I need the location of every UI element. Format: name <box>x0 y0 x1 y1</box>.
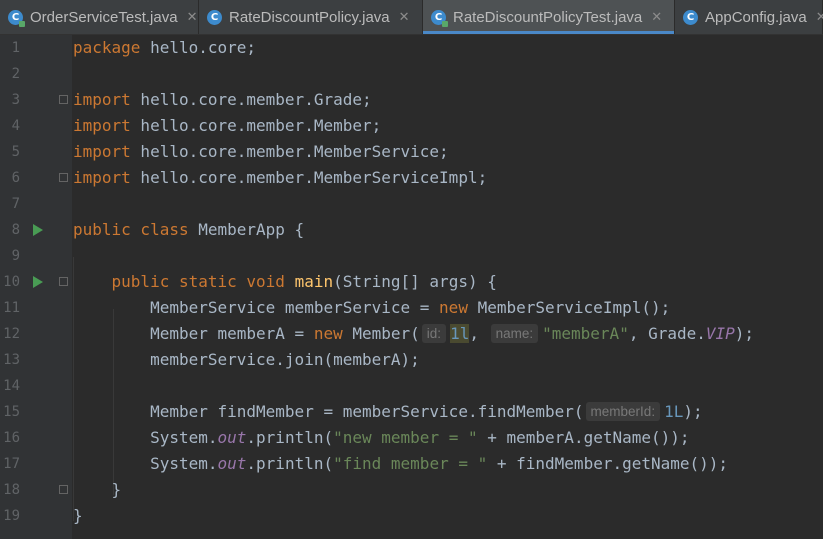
line-number: 2 <box>11 66 20 82</box>
line-number: 12 <box>3 326 20 342</box>
code-text[interactable]: MemberService memberService = new Member… <box>73 295 670 321</box>
code-text[interactable]: memberService.join(memberA); <box>73 347 420 373</box>
line-number: 9 <box>11 248 20 264</box>
code-line[interactable]: 15 Member findMember = memberService.fin… <box>0 399 823 425</box>
line-number: 5 <box>11 144 20 160</box>
line-number: 6 <box>11 170 20 186</box>
line-number: 8 <box>11 222 20 238</box>
fold-marker-icon[interactable] <box>59 277 68 286</box>
java-class-icon: C <box>207 9 222 25</box>
code-line[interactable]: 18 } <box>0 477 823 503</box>
code-editor[interactable]: 1 package hello.core; 2 3 import hello.core.… <box>0 35 823 539</box>
code-line[interactable]: 17 System.out.println("find member = " +… <box>0 451 823 477</box>
line-number: 4 <box>11 118 20 134</box>
code-line[interactable]: 2 <box>0 61 823 87</box>
code-line[interactable]: 5 import hello.core.member.MemberService; <box>0 139 823 165</box>
code-line[interactable]: 9 <box>0 243 823 269</box>
line-number: 16 <box>3 430 20 446</box>
code-text[interactable]: System.out.println("find member = " + fi… <box>73 451 728 477</box>
line-number: 17 <box>3 456 20 472</box>
line-number: 15 <box>3 404 20 420</box>
line-number: 7 <box>11 196 20 212</box>
code-line[interactable]: 16 System.out.println("new member = " + … <box>0 425 823 451</box>
code-text[interactable]: System.out.println("new member = " + mem… <box>73 425 689 451</box>
code-line[interactable]: 7 <box>0 191 823 217</box>
java-class-icon: C <box>683 9 698 25</box>
code-line[interactable]: 8 public class MemberApp { <box>0 217 823 243</box>
code-text[interactable]: public class MemberApp { <box>73 217 304 243</box>
tab-label: OrderServiceTest.java <box>30 8 178 26</box>
run-gutter-icon[interactable] <box>33 224 43 236</box>
line-number: 10 <box>3 274 20 290</box>
code-line[interactable]: 6 import hello.core.member.MemberServiceI… <box>0 165 823 191</box>
tab-label: RateDiscountPolicy.java <box>229 8 390 26</box>
line-number: 13 <box>3 352 20 368</box>
code-line[interactable]: 19} <box>0 503 823 529</box>
java-test-class-icon: C <box>8 9 25 27</box>
line-number: 14 <box>3 378 20 394</box>
code-text[interactable]: import hello.core.member.Grade; <box>73 87 372 113</box>
line-number: 19 <box>3 508 20 524</box>
fold-marker-icon[interactable] <box>59 173 68 182</box>
code-text[interactable]: Member memberA = new Member(id: 1l, name:… <box>73 321 754 347</box>
fold-marker-icon[interactable] <box>59 95 68 104</box>
close-icon[interactable]: ✕ <box>399 10 410 25</box>
code-line[interactable]: 13 memberService.join(memberA); <box>0 347 823 373</box>
line-number: 3 <box>11 92 20 108</box>
code-line[interactable]: 11 MemberService memberService = new Mem… <box>0 295 823 321</box>
close-icon[interactable]: ✕ <box>816 10 823 25</box>
run-gutter-icon[interactable] <box>33 276 43 288</box>
code-text[interactable]: package hello.core; <box>73 35 256 61</box>
code-text[interactable]: import hello.core.member.MemberServiceIm… <box>73 165 487 191</box>
code-text[interactable]: } <box>73 503 83 529</box>
code-line[interactable]: 1 package hello.core; <box>0 35 823 61</box>
tab-label: AppConfig.java <box>705 8 807 26</box>
line-number: 18 <box>3 482 20 498</box>
editor-tab-app-config[interactable]: C AppConfig.java ✕ <box>675 0 823 34</box>
code-line[interactable]: 4 import hello.core.member.Member; <box>0 113 823 139</box>
close-icon[interactable]: ✕ <box>187 10 198 25</box>
tab-label: RateDiscountPolicyTest.java <box>453 8 643 26</box>
code-text[interactable]: import hello.core.member.Member; <box>73 113 381 139</box>
editor-tab-bar: C OrderServiceTest.java ✕ C RateDiscountPoli… <box>0 0 823 35</box>
code-line[interactable]: 14 <box>0 373 823 399</box>
code-line[interactable]: 12 Member memberA = new Member(id: 1l, na… <box>0 321 823 347</box>
code-text[interactable]: public static void main(String[] args) { <box>73 269 497 295</box>
java-test-class-icon: C <box>431 9 448 27</box>
line-number: 11 <box>3 300 20 316</box>
editor-tab-order-service-test[interactable]: C OrderServiceTest.java ✕ <box>0 0 199 34</box>
line-number: 1 <box>11 40 20 56</box>
code-line[interactable]: 10 public static void main(String[] args… <box>0 269 823 295</box>
code-text[interactable]: import hello.core.member.MemberService; <box>73 139 449 165</box>
editor-tab-rate-discount-policy[interactable]: C RateDiscountPolicy.java ✕ <box>199 0 423 34</box>
close-icon[interactable]: ✕ <box>651 10 662 25</box>
code-line[interactable]: 3 import hello.core.member.Grade; <box>0 87 823 113</box>
code-text[interactable]: } <box>73 477 122 503</box>
code-text[interactable]: Member findMember = memberService.findMe… <box>73 399 703 425</box>
fold-marker-icon[interactable] <box>59 485 68 494</box>
editor-tab-rate-discount-policy-test[interactable]: C RateDiscountPolicyTest.java ✕ <box>423 0 675 34</box>
